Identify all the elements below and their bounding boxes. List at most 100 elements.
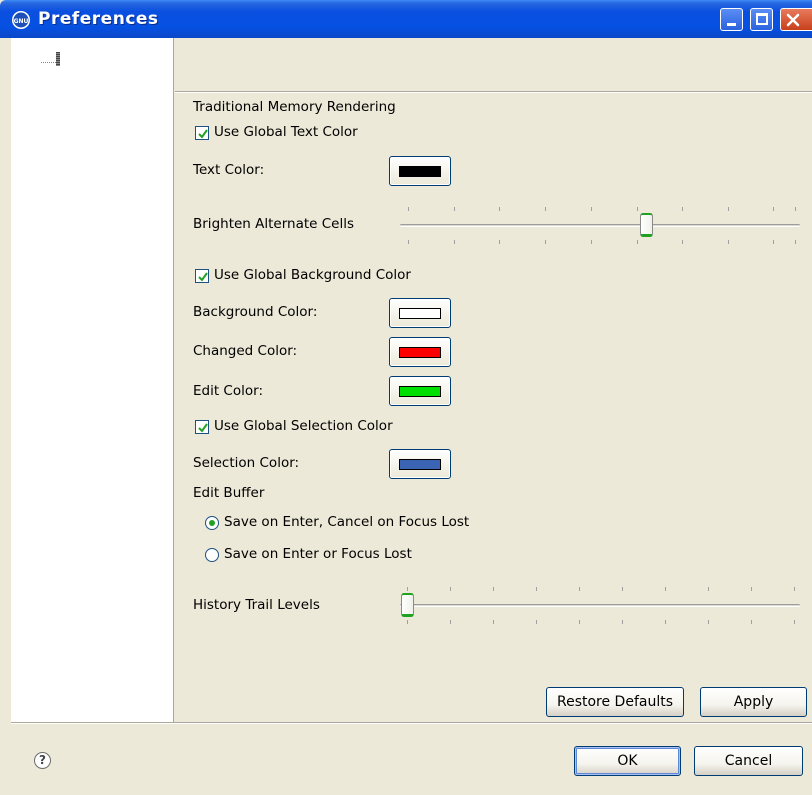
slider-tick: [795, 240, 796, 244]
slider-tick: [637, 240, 638, 244]
page-header: [175, 38, 812, 93]
slider-tick: [579, 587, 580, 591]
tree-connector: [41, 62, 56, 63]
slider-tick: [545, 240, 546, 244]
slider-tick: [499, 207, 500, 211]
slider-tick: [773, 207, 774, 211]
check-icon: [198, 129, 208, 139]
background-color-swatch: [399, 308, 441, 319]
slider-tick: [591, 207, 592, 211]
slider-tick: [536, 620, 537, 624]
slider-tick: [454, 240, 455, 244]
slider-tick: [751, 620, 752, 624]
preferences-tree[interactable]: [11, 38, 174, 722]
slider-tick: [728, 207, 729, 211]
brighten-alternate-cells-label: Brighten Alternate Cells: [193, 216, 355, 232]
slider-tick: [545, 207, 546, 211]
slider-track: [400, 604, 800, 607]
save-on-enter-or-focus-lost-label: Save on Enter or Focus Lost: [224, 546, 412, 562]
maximize-button[interactable]: [750, 8, 773, 31]
use-global-text-color-label: Use Global Text Color: [214, 124, 358, 140]
slider-tick: [493, 587, 494, 591]
slider-tick: [536, 587, 537, 591]
slider-tick: [665, 587, 666, 591]
slider-tick: [665, 620, 666, 624]
selection-color-swatch: [399, 459, 441, 470]
brighten-alternate-cells-slider[interactable]: [400, 204, 800, 248]
background-color-label: Background Color:: [193, 304, 318, 320]
edit-color-label: Edit Color:: [193, 383, 263, 399]
slider-tick: [682, 240, 683, 244]
selection-color-button[interactable]: [389, 449, 451, 479]
slider-tick: [794, 620, 795, 624]
tree-node[interactable]: [56, 52, 60, 66]
edit-buffer-label: Edit Buffer: [193, 485, 265, 501]
history-trail-levels-label: History Trail Levels: [193, 597, 320, 613]
slider-thumb[interactable]: [401, 593, 414, 617]
changed-color-button[interactable]: [389, 337, 451, 367]
use-global-text-color-checkbox[interactable]: [195, 126, 209, 140]
slider-tick: [637, 207, 638, 211]
use-global-background-color-label: Use Global Background Color: [214, 267, 411, 283]
slider-tick: [622, 620, 623, 624]
slider-tick: [454, 207, 455, 211]
app-icon: GNU: [12, 11, 30, 29]
slider-tick: [728, 240, 729, 244]
use-global-background-color-checkbox[interactable]: [195, 269, 209, 283]
slider-tick: [499, 240, 500, 244]
apply-button[interactable]: Apply: [700, 687, 807, 717]
slider-tick: [450, 620, 451, 624]
window-left-edge: [0, 38, 11, 795]
section-title: Traditional Memory Rendering: [193, 99, 396, 115]
slider-tick: [708, 620, 709, 624]
slider-tick: [407, 587, 408, 591]
slider-tick: [751, 587, 752, 591]
slider-tick: [493, 620, 494, 624]
slider-tick: [408, 240, 409, 244]
background-color-button[interactable]: [389, 298, 451, 328]
save-on-enter-cancel-radio[interactable]: [205, 516, 219, 530]
use-global-selection-color-label: Use Global Selection Color: [214, 418, 393, 434]
help-icon[interactable]: ?: [34, 752, 51, 769]
minimize-icon: [727, 23, 736, 26]
maximize-icon: [756, 13, 768, 25]
selection-color-label: Selection Color:: [193, 455, 300, 471]
preference-page: Traditional Memory Rendering Use Global …: [175, 38, 812, 722]
save-on-enter-or-focus-lost-radio[interactable]: [205, 548, 219, 562]
slider-tick: [622, 587, 623, 591]
close-icon: [786, 13, 800, 27]
text-color-button[interactable]: [389, 156, 451, 186]
check-icon: [198, 272, 208, 282]
edit-color-swatch: [399, 386, 441, 397]
slider-tick: [708, 587, 709, 591]
minimize-button[interactable]: [720, 8, 743, 31]
cancel-button[interactable]: Cancel: [694, 746, 803, 776]
slider-tick: [579, 620, 580, 624]
slider-tick: [795, 207, 796, 211]
slider-tick: [407, 620, 408, 624]
slider-thumb[interactable]: [640, 213, 653, 237]
edit-color-button[interactable]: [389, 376, 451, 406]
changed-color-label: Changed Color:: [193, 343, 298, 359]
title-bar[interactable]: GNU Preferences: [0, 0, 812, 38]
window-title: Preferences: [38, 9, 159, 29]
history-trail-levels-slider[interactable]: [400, 584, 800, 628]
app-icon-label: GNU: [14, 18, 29, 25]
text-color-swatch: [399, 166, 441, 177]
slider-tick: [450, 587, 451, 591]
slider-tick: [408, 207, 409, 211]
bottom-divider: [11, 722, 812, 724]
slider-tick: [682, 207, 683, 211]
check-icon: [198, 423, 208, 433]
slider-track: [400, 224, 800, 227]
ok-button[interactable]: OK: [574, 746, 681, 776]
close-button[interactable]: [780, 8, 812, 31]
changed-color-swatch: [399, 347, 441, 358]
slider-tick: [773, 240, 774, 244]
text-color-label: Text Color:: [193, 162, 265, 178]
slider-tick: [591, 240, 592, 244]
use-global-selection-color-checkbox[interactable]: [195, 420, 209, 434]
save-on-enter-cancel-label: Save on Enter, Cancel on Focus Lost: [224, 514, 470, 530]
restore-defaults-button[interactable]: Restore Defaults: [546, 687, 684, 717]
slider-tick: [794, 587, 795, 591]
